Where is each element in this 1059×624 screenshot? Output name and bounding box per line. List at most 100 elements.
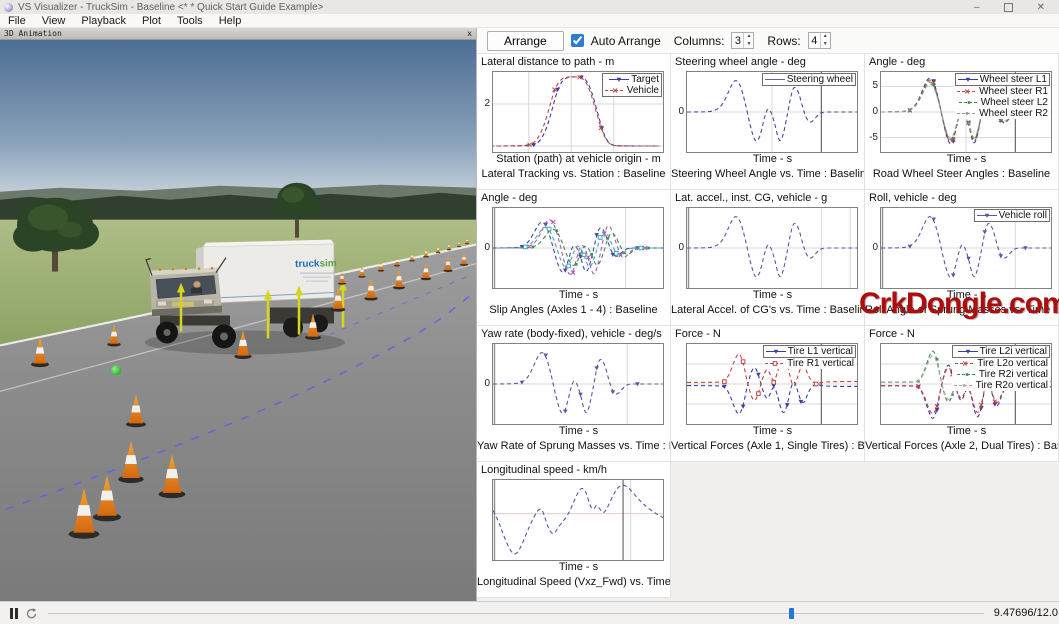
empty-grid-cell (865, 462, 1059, 598)
y-tick-label: 0 (484, 378, 490, 389)
menu-plot[interactable]: Plot (134, 15, 169, 27)
legend-label: Wheel steer L1 (980, 74, 1047, 85)
menu-help[interactable]: Help (211, 15, 250, 27)
columns-label: Columns: (674, 34, 725, 48)
plot-area-vertical-forces-axle1[interactable]: Tire L1 verticalTire R1 vertical (686, 343, 858, 425)
x-axis-label: Time - s (681, 153, 864, 166)
plot-panel-road-wheel-steer-angles: Angle - deg50-5Wheel steer L1Wheel steer… (865, 54, 1059, 190)
legend-entry[interactable]: Tire R2i vertical (952, 369, 1050, 380)
y-axis-gutter: 0 (865, 207, 880, 289)
menu-tools[interactable]: Tools (169, 15, 211, 27)
plot-caption: Vertical Forces (Axle 1, Single Tires) :… (671, 440, 864, 454)
plot-area-lateral-tracking[interactable]: TargetVehicle (492, 71, 664, 153)
plot-area-road-wheel-steer-angles[interactable]: Wheel steer L1Wheel steer R1Wheel steer … (880, 71, 1052, 153)
maximize-button[interactable] (1004, 3, 1013, 12)
plot-legend: TargetVehicle (602, 73, 662, 97)
plot-title: Roll, vehicle - deg (865, 190, 1058, 207)
y-axis-gutter: 0 (671, 207, 686, 289)
plot-legend: Vehicle roll (974, 209, 1050, 222)
arrange-button[interactable]: Arrange (487, 31, 564, 51)
minimize-button[interactable]: – (974, 2, 980, 13)
legend-entry[interactable]: Tire L1 vertical (763, 345, 856, 358)
legend-entry[interactable]: Wheel steer L2 (955, 97, 1050, 108)
plot-area-lateral-accel[interactable] (686, 207, 858, 289)
plot-area-longitudinal-speed[interactable] (492, 479, 664, 561)
legend-label: Vehicle (627, 85, 659, 96)
rows-up-icon[interactable]: ▲ (821, 33, 830, 41)
plot-panel-steering-wheel-angle: Steering wheel angle - deg0Steering whee… (671, 54, 865, 190)
legend-entry[interactable]: Wheel steer R2 (955, 108, 1050, 119)
plot-row: 0Steering wheel (671, 71, 864, 153)
plot-caption: Lateral Accel. of CG's vs. Time : Baseli… (671, 304, 864, 318)
menu-view[interactable]: View (34, 15, 74, 27)
legend-entry[interactable]: Tire L2o vertical (952, 358, 1050, 369)
legend-entry[interactable]: Tire R1 vertical (763, 358, 856, 369)
plot-area-yaw-rate[interactable] (492, 343, 664, 425)
app-icon (4, 3, 13, 12)
green-marker (111, 365, 121, 375)
plot-area-slip-angles[interactable] (492, 207, 664, 289)
x-axis-label: Time - s (487, 561, 670, 574)
legend-label: Tire R1 vertical (787, 358, 854, 369)
plot-caption: Road Wheel Steer Angles : Baseline (865, 168, 1058, 182)
title-bar: VS Visualizer - TruckSim - Baseline <* *… (0, 0, 1059, 14)
plot-title: Lateral distance to path - m (477, 54, 670, 71)
plot-toolbar: Arrange Auto Arrange Columns: 3 ▲▼ Rows:… (477, 28, 1059, 54)
playback-slider-thumb[interactable] (789, 608, 794, 619)
plot-legend: Tire L1 verticalTire R1 vertical (763, 345, 856, 369)
animation-viewport[interactable]: trucksim (0, 40, 476, 601)
plot-legend: Tire L2i verticalTire L2o verticalTire R… (952, 345, 1050, 391)
y-tick-label: 0 (484, 242, 490, 253)
pause-icon[interactable] (10, 608, 18, 619)
close-button[interactable]: ✕ (1037, 2, 1045, 13)
x-axis-label: Station (path) at vehicle origin - m (487, 153, 670, 166)
window-title: VS Visualizer - TruckSim - Baseline <* *… (18, 2, 974, 13)
legend-entry[interactable]: Tire L2i vertical (952, 345, 1050, 358)
playback-time: 9.47696/12.0 (994, 607, 1058, 619)
empty-grid-cell (671, 462, 865, 598)
y-axis-gutter (477, 479, 492, 561)
columns-up-icon[interactable]: ▲ (744, 33, 753, 41)
columns-down-icon[interactable]: ▼ (744, 41, 753, 49)
plot-caption: Vertical Forces (Axle 2, Dual Tires) : B… (865, 440, 1058, 454)
rows-down-icon[interactable]: ▼ (821, 41, 830, 49)
legend-entry[interactable]: Wheel steer R1 (955, 86, 1050, 97)
rows-stepper[interactable]: 4 ▲▼ (808, 32, 831, 49)
y-axis-gutter: 0 (477, 207, 492, 289)
plot-area-roll-angle[interactable]: Vehicle roll (880, 207, 1052, 289)
plot-panel-yaw-rate: Yaw rate (body-fixed), vehicle - deg/s0T… (477, 326, 671, 462)
animation-panel-title: 3D Animation (4, 29, 62, 38)
legend-entry[interactable]: Wheel steer L1 (955, 73, 1050, 86)
columns-stepper[interactable]: 3 ▲▼ (731, 32, 754, 49)
playback-bar: 9.47696/12.0 (0, 601, 1059, 624)
plot-panel-vertical-forces-axle2: Force - NTire L2i verticalTire L2o verti… (865, 326, 1059, 462)
legend-label: Target (631, 74, 659, 85)
y-axis-gutter: 0 (477, 343, 492, 425)
menu-playback[interactable]: Playback (73, 15, 134, 27)
x-axis-label: Time - s (875, 153, 1058, 166)
animation-panel-close-icon[interactable]: x (467, 29, 472, 38)
legend-entry[interactable]: Vehicle (603, 85, 661, 96)
y-axis-gutter (865, 343, 880, 425)
auto-arrange-label[interactable]: Auto Arrange (591, 34, 661, 48)
plot-area-vertical-forces-axle2[interactable]: Tire L2i verticalTire L2o verticalTire R… (880, 343, 1052, 425)
x-axis-label: Time - s (875, 289, 1058, 302)
playback-slider[interactable] (48, 607, 984, 620)
plot-legend: Wheel steer L1Wheel steer R1Wheel steer … (955, 73, 1050, 119)
truck-logo: trucksim (295, 258, 337, 270)
loop-icon[interactable] (25, 607, 38, 620)
y-axis-gutter: 2 (477, 71, 492, 153)
legend-entry[interactable]: Vehicle roll (975, 210, 1049, 221)
plot-row: 2 TargetVehicle (477, 71, 670, 153)
plot-row: 0 (477, 207, 670, 289)
plot-title: Angle - deg (477, 190, 670, 207)
legend-entry[interactable]: Steering wheel (763, 74, 855, 85)
y-tick-label: 2 (484, 98, 490, 109)
menu-file[interactable]: File (0, 15, 34, 27)
animation-panel: 3D Animation x (0, 28, 477, 601)
legend-entry[interactable]: Tire R2o vertical (952, 380, 1050, 391)
plot-area-steering-wheel-angle[interactable]: Steering wheel (686, 71, 858, 153)
legend-entry[interactable]: Target (603, 74, 661, 85)
plot-panel-slip-angles: Angle - deg0Time - sSlip Angles (Axles 1… (477, 190, 671, 326)
auto-arrange-checkbox[interactable] (571, 34, 584, 47)
